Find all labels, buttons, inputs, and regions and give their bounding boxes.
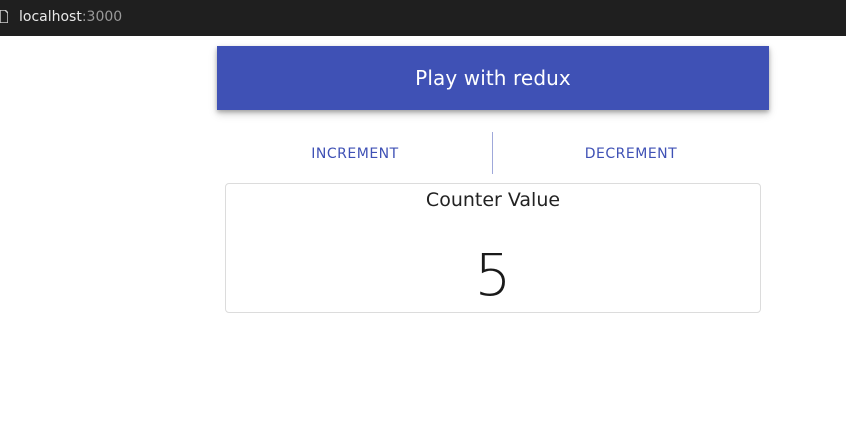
counter-value: 5 — [474, 241, 512, 309]
counter-title: Counter Value — [425, 189, 561, 211]
increment-button[interactable]: INCREMENT — [255, 134, 455, 174]
browser-address-bar: localhost:3000 — [0, 0, 846, 36]
button-divider — [492, 132, 493, 174]
page-icon — [0, 10, 8, 23]
decrement-button[interactable]: DECREMENT — [531, 134, 731, 174]
app-bar: Play with redux — [217, 46, 769, 110]
url-port: :3000 — [81, 9, 123, 25]
app-title: Play with redux — [415, 66, 571, 90]
counter-card: Counter Value 5 — [225, 183, 761, 313]
url-host: localhost — [19, 9, 82, 25]
address-url[interactable]: localhost:3000 — [19, 8, 122, 26]
